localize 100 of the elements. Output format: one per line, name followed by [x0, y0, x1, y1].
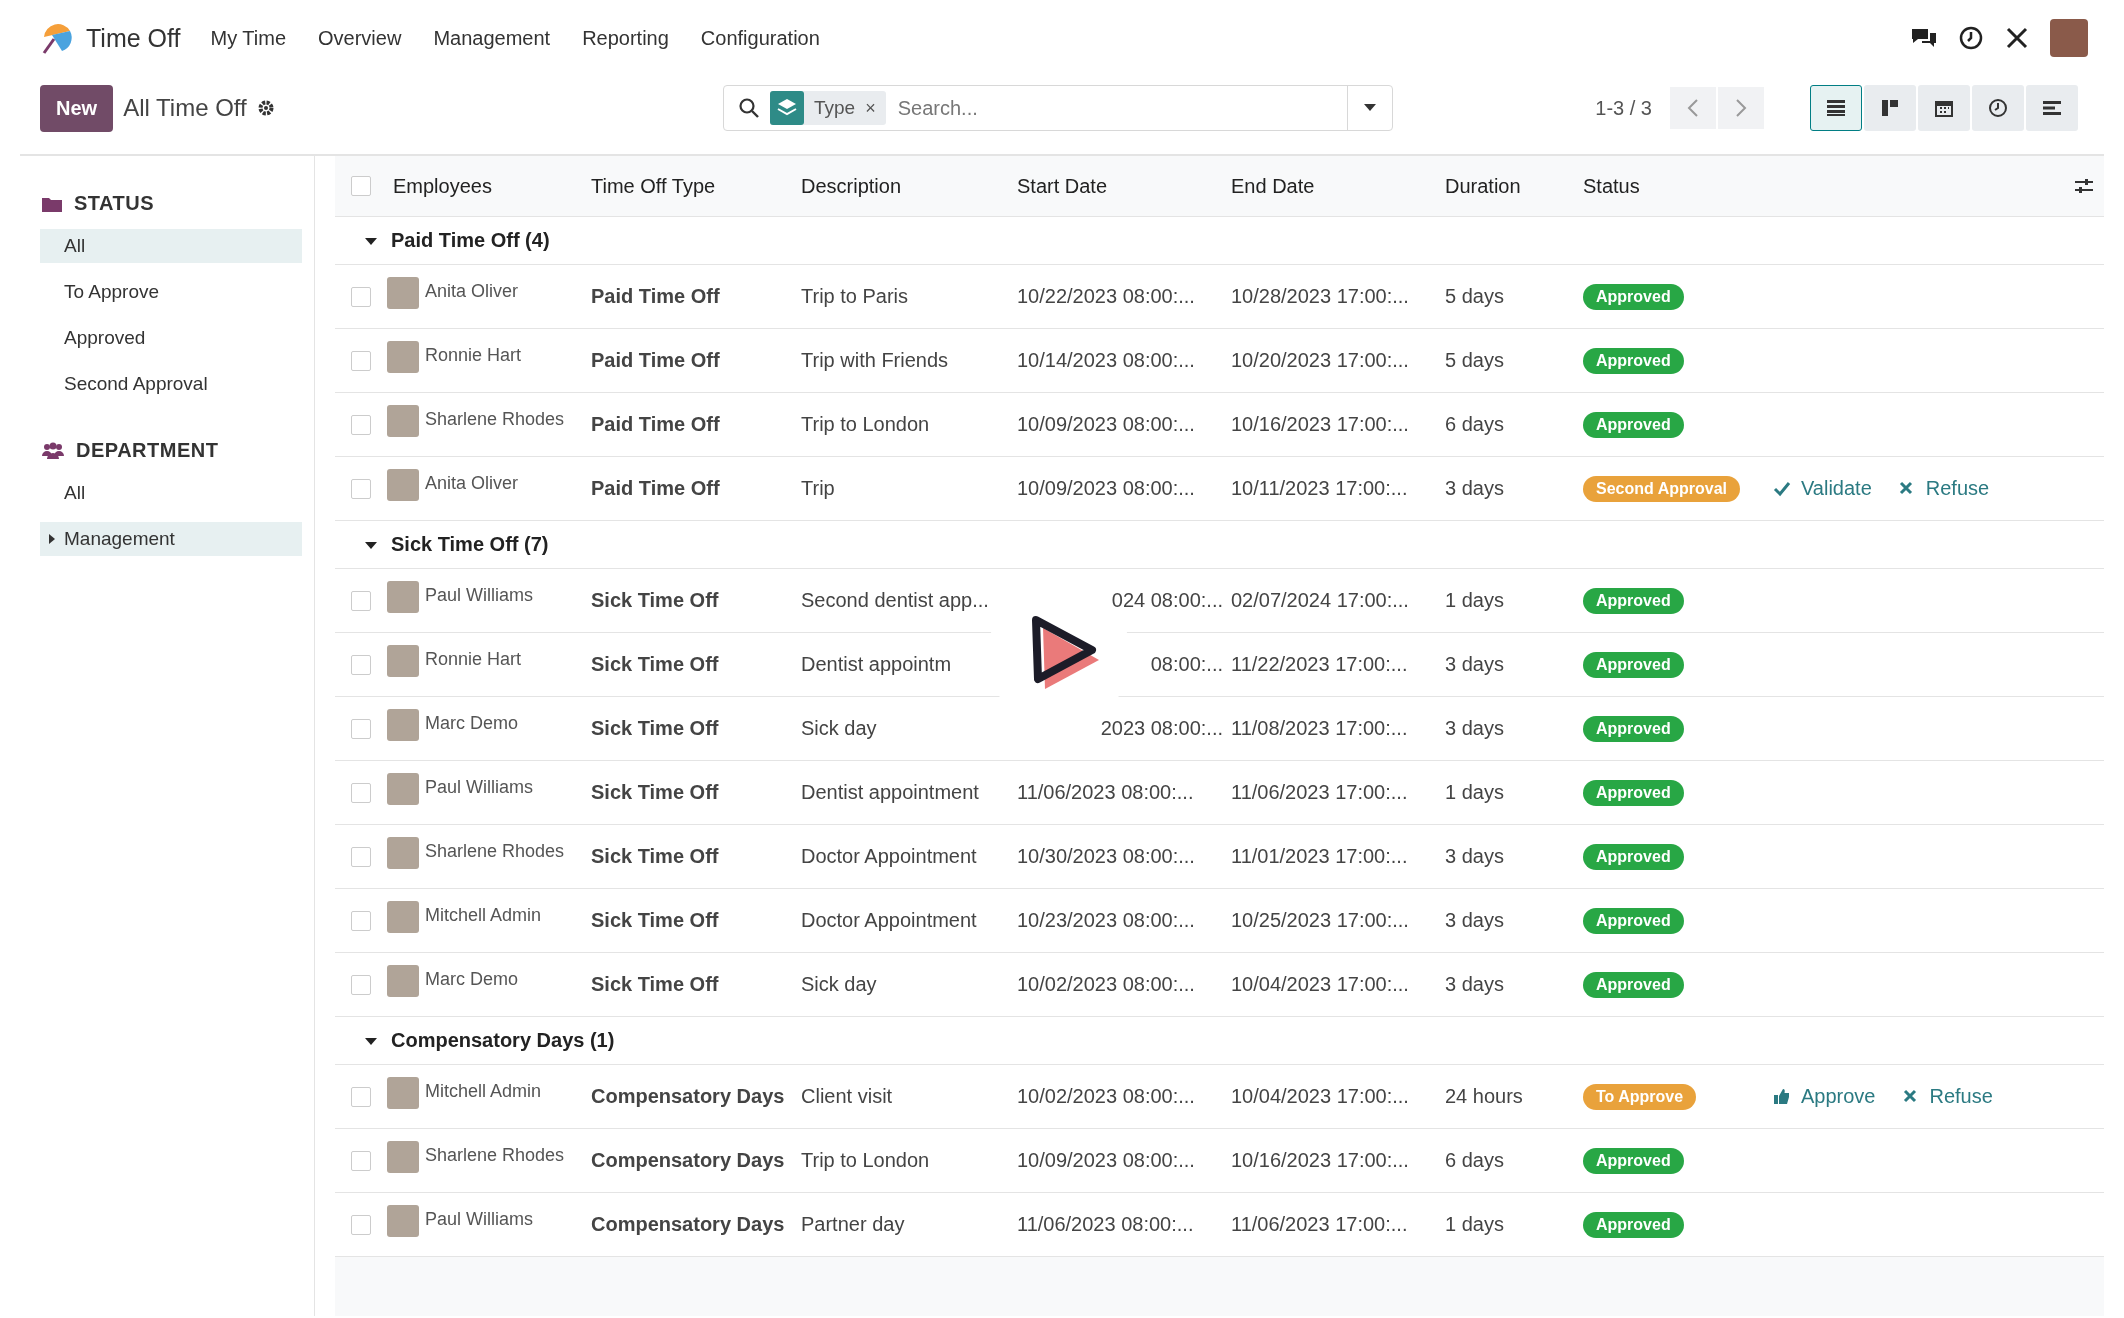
- section-title: STATUS: [74, 192, 155, 215]
- menu-item[interactable]: Management: [433, 26, 551, 50]
- avatar: [387, 276, 419, 309]
- row-checkbox[interactable]: [351, 1150, 371, 1171]
- table-cell-text: 10/16/2023 17:00:...: [1231, 1149, 1410, 1172]
- employee-name: Sharlene Rhodes: [425, 1145, 565, 1166]
- group-row[interactable]: Paid Time Off (4): [335, 217, 2104, 265]
- table-cell-text: 1 days: [1445, 1213, 1505, 1236]
- menu-item[interactable]: Overview: [318, 26, 402, 50]
- group-label: Compensatory Days (1): [391, 1029, 615, 1052]
- table-cell-text: 11/06/2023 08:00:...: [1017, 781, 1195, 804]
- search-icon: [738, 97, 760, 119]
- table-cell-text: Dentist appointm: [801, 653, 953, 676]
- previous-button[interactable]: [1670, 87, 1716, 129]
- people-icon: [42, 441, 64, 460]
- table-cell-text: Second dentist app...: [801, 589, 990, 612]
- table-cell-text: 11/01/2023 17:00:...: [1231, 845, 1409, 868]
- employee-name: Marc Demo: [425, 969, 518, 990]
- app-name[interactable]: Time Off: [86, 23, 181, 53]
- filter-facet[interactable]: Type ×: [770, 91, 886, 125]
- row-checkbox[interactable]: [351, 1086, 371, 1107]
- avatar: [387, 836, 419, 869]
- row-checkbox[interactable]: [351, 414, 371, 435]
- table-cell-text: 08:00:...: [1149, 653, 1224, 676]
- chevron-left-icon: [1687, 98, 1699, 118]
- view-switch-button[interactable]: [1918, 85, 1970, 131]
- refuse-button[interactable]: Refuse: [1901, 1085, 1993, 1108]
- avatar: [387, 1204, 419, 1237]
- sidebar-item[interactable]: Management: [40, 522, 302, 556]
- menu-item[interactable]: My Time: [210, 26, 287, 50]
- table-cell-text: 3 days: [1445, 717, 1505, 740]
- view-switch-button[interactable]: [1810, 85, 1862, 131]
- column-header[interactable]: Time Off Type: [591, 174, 801, 198]
- sidebar-item[interactable]: All: [40, 229, 302, 263]
- status-badge: Approved: [1583, 971, 1684, 998]
- row-checkbox[interactable]: [351, 974, 371, 995]
- table-cell-text: Sick Time Off: [591, 781, 720, 804]
- avatar: [387, 468, 419, 501]
- table-cell-text: 5 days: [1445, 349, 1505, 372]
- section-title: DEPARTMENT: [76, 439, 219, 462]
- column-header[interactable]: Description: [801, 174, 1017, 198]
- status-badge: Approved: [1583, 1211, 1684, 1238]
- select-all-checkbox[interactable]: [351, 176, 371, 196]
- table-cell-text: Trip: [801, 477, 836, 500]
- table-cell-text: Paid Time Off: [591, 285, 721, 308]
- user-avatar[interactable]: [2050, 19, 2088, 57]
- row-checkbox[interactable]: [351, 478, 371, 499]
- avatar: [387, 340, 419, 373]
- view-switch-button[interactable]: [1864, 85, 1916, 131]
- column-header[interactable]: Employees: [387, 174, 591, 198]
- table-cell-text: 10/04/2023 17:00:...: [1231, 1085, 1410, 1108]
- table-cell-text: 3 days: [1445, 909, 1505, 932]
- table-cell-text: 5 days: [1445, 285, 1505, 308]
- search-field[interactable]: Type × Search...: [723, 85, 1393, 131]
- employee-name: Ronnie Hart: [425, 649, 522, 670]
- clock-icon: [1988, 98, 2008, 118]
- employee-name: Mitchell Admin: [425, 1081, 542, 1102]
- sidebar-item[interactable]: Approved: [40, 321, 302, 355]
- next-button[interactable]: [1718, 87, 1764, 129]
- refuse-button[interactable]: Refuse: [1897, 477, 1990, 500]
- row-checkbox[interactable]: [351, 846, 371, 867]
- table-cell-text: 3 days: [1445, 845, 1505, 868]
- pager-value: 1-3 / 3: [1595, 96, 1652, 120]
- row-checkbox[interactable]: [351, 910, 371, 931]
- validate-button[interactable]: Validate: [1773, 477, 1872, 500]
- new-button[interactable]: New: [40, 84, 114, 132]
- row-checkbox[interactable]: [351, 350, 371, 371]
- sidebar-item[interactable]: To Approve: [40, 275, 302, 309]
- table-cell-text: 10/11/2023 17:00:...: [1231, 477, 1409, 500]
- employee-name: Sharlene Rhodes: [425, 841, 565, 862]
- row-checkbox[interactable]: [351, 590, 371, 611]
- column-header[interactable]: Status: [1583, 174, 1773, 198]
- table-cell-text: Compensatory Days: [591, 1085, 786, 1108]
- sidebar-item[interactable]: Second Approval: [40, 367, 302, 401]
- employee-name: Anita Oliver: [425, 281, 519, 302]
- column-header[interactable]: End Date: [1231, 174, 1445, 198]
- column-header[interactable]: Start Date: [1017, 174, 1231, 198]
- caret-down-icon: [1364, 104, 1376, 112]
- table-cell-text: Sick Time Off: [591, 973, 720, 996]
- menu-item[interactable]: Reporting: [582, 26, 669, 50]
- gantt-icon: [2042, 98, 2062, 118]
- group-row[interactable]: Compensatory Days (1): [335, 1017, 2104, 1065]
- row-checkbox[interactable]: [351, 782, 371, 803]
- table-cell-text: 11/22/2023 17:00:...: [1231, 653, 1409, 676]
- table-cell-text: Trip to London: [801, 413, 931, 436]
- menu-item[interactable]: Configuration: [700, 26, 820, 50]
- row-checkbox[interactable]: [351, 286, 371, 307]
- table-cell-text: 1 days: [1445, 589, 1505, 612]
- table-cell-text: Sick Time Off: [591, 845, 720, 868]
- row-checkbox[interactable]: [351, 1214, 371, 1235]
- view-switch-button[interactable]: [1972, 85, 2024, 131]
- remove-facet-button[interactable]: ×: [865, 97, 876, 119]
- sidebar-item[interactable]: All: [40, 476, 302, 510]
- row-checkbox[interactable]: [351, 718, 371, 739]
- table-cell-text: 10/25/2023 17:00:...: [1231, 909, 1410, 932]
- group-row[interactable]: Sick Time Off (7): [335, 521, 2104, 569]
- column-header[interactable]: Duration: [1445, 174, 1583, 198]
- row-checkbox[interactable]: [351, 654, 371, 675]
- approve-button[interactable]: Approve: [1773, 1085, 1876, 1108]
- view-switch-button[interactable]: [2026, 85, 2078, 131]
